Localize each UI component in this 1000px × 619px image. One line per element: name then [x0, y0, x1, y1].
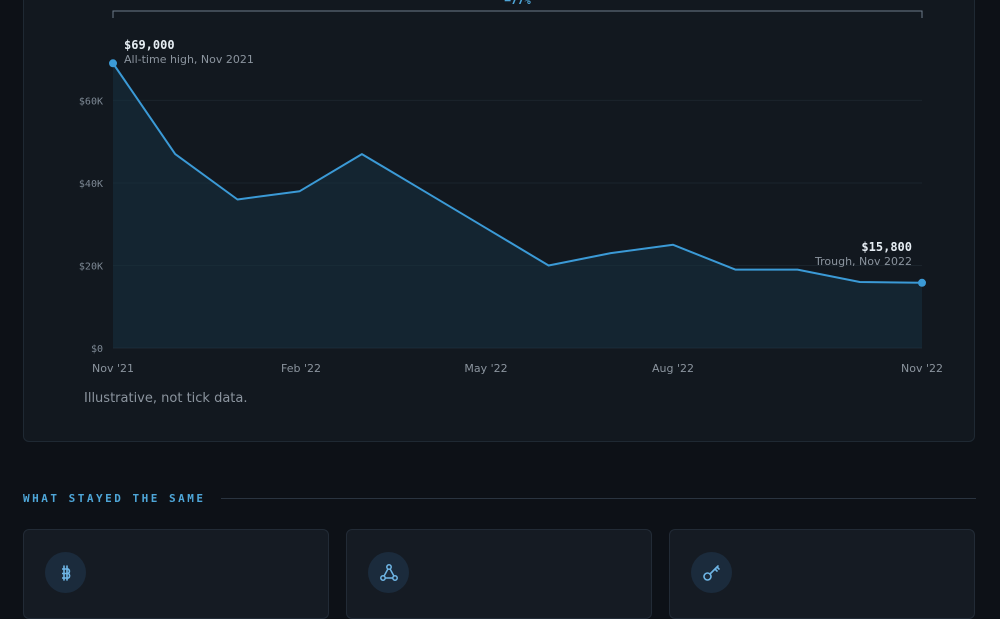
low-description: Trough, Nov 2022: [814, 255, 912, 268]
y-tick-label: $20K: [79, 261, 103, 272]
low-marker: [918, 278, 926, 287]
y-tick-label: $40K: [79, 179, 103, 190]
range-label: −77%: [504, 0, 531, 7]
chart-card: $0 $20K $40K $60K Nov '21 Feb '22 May '22 Aug '…: [23, 0, 975, 442]
high-description: All-time high, Nov 2021: [124, 53, 254, 66]
high-value-label: $69,000: [124, 38, 175, 52]
x-tick-label: Aug '22: [652, 362, 694, 375]
feature-card-2: [346, 529, 652, 619]
section-divider: [221, 497, 976, 499]
y-tick-label: $0: [91, 344, 103, 355]
price-chart: $0 $20K $40K $60K Nov '21 Feb '22 May '22 Aug '…: [79, 0, 943, 375]
x-tick-label: Feb '22: [281, 362, 321, 375]
x-tick-label: Nov '21: [92, 362, 134, 375]
x-tick-label: May '22: [464, 362, 507, 375]
high-marker: [109, 59, 117, 68]
range-bracket: [112, 10, 923, 18]
network-nodes-icon: [368, 552, 409, 593]
x-tick-label: Nov '22: [901, 362, 943, 375]
section-title: WHAT STAYED THE SAME: [23, 491, 206, 505]
y-tick-label: $60K: [79, 96, 103, 107]
area-fill: [113, 63, 922, 349]
feature-card-3: [669, 529, 975, 619]
low-value-label: $15,800: [861, 240, 912, 254]
chart-footnote: Illustrative, not tick data.: [84, 391, 248, 406]
section-header: WHAT STAYED THE SAME: [23, 490, 976, 506]
key-icon: [691, 552, 732, 593]
feature-card-1: [23, 529, 329, 619]
bitcoin-symbol-icon: [45, 552, 86, 593]
